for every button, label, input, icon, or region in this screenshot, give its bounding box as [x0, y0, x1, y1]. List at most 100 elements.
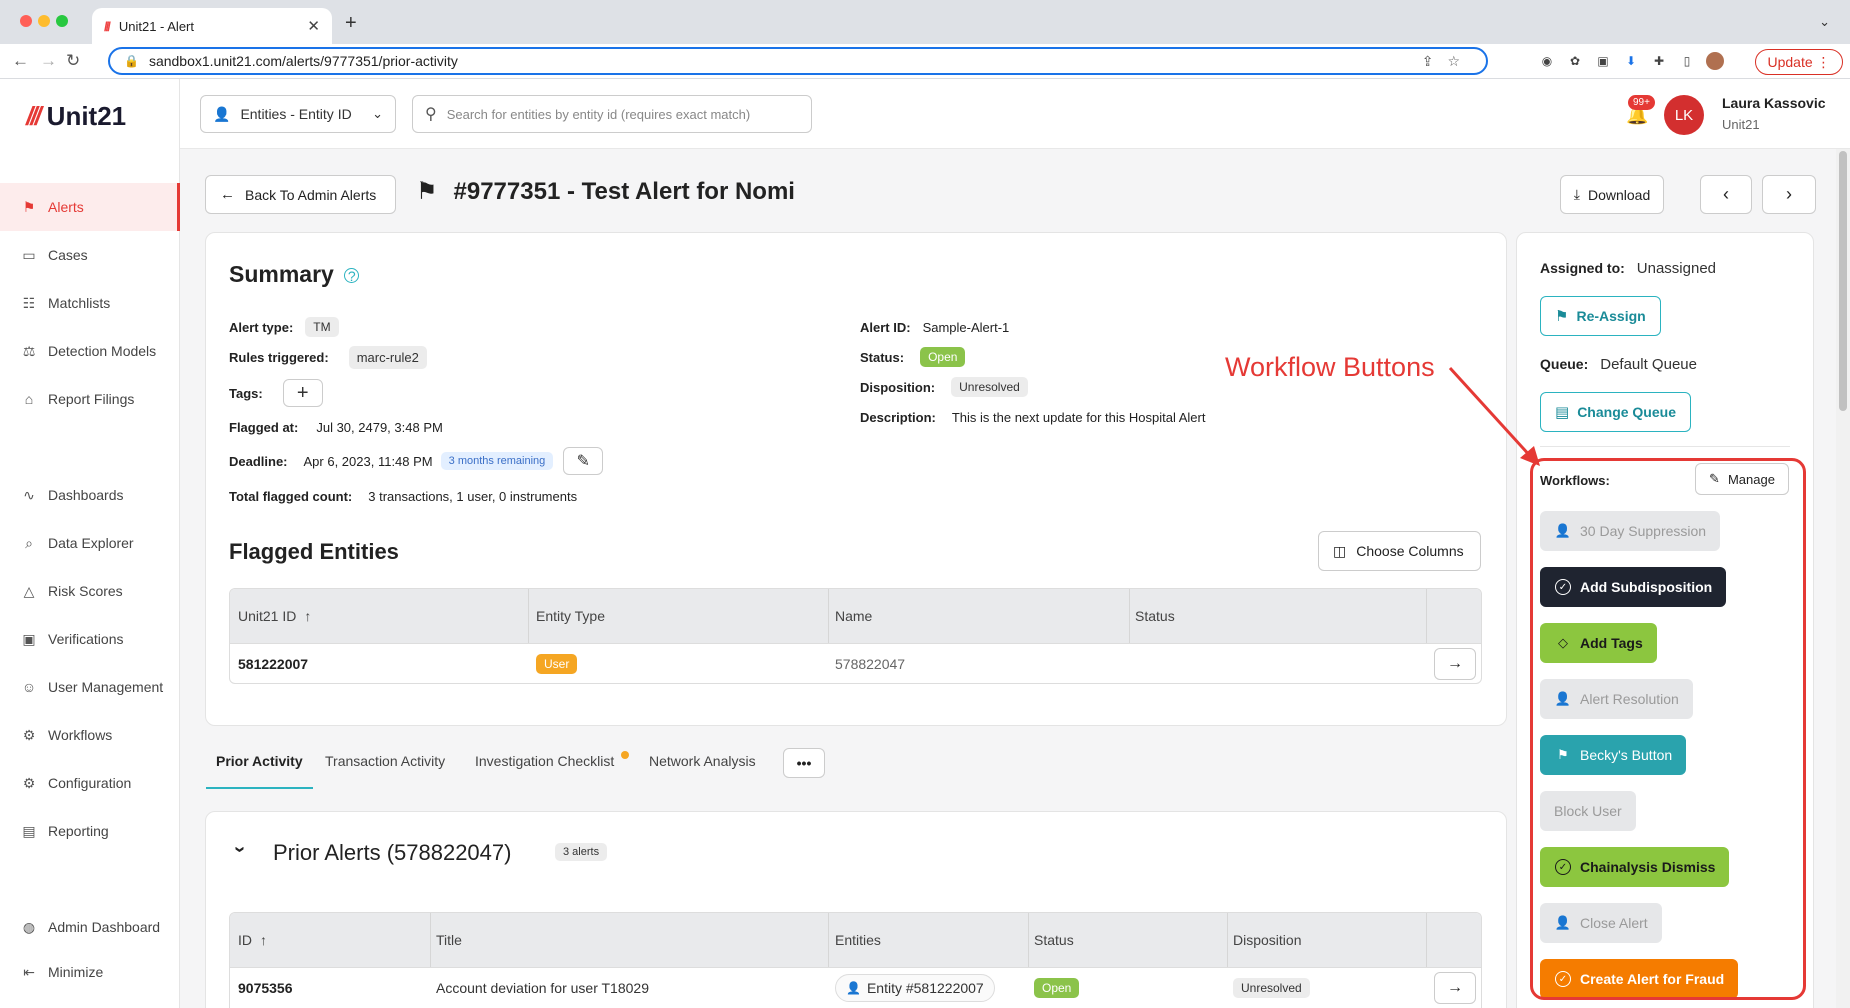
reassign-button[interactable]: ⚑ Re-Assign [1540, 296, 1661, 336]
sidebar-item-workflows[interactable]: ⚙ Workflows [0, 711, 180, 759]
zoom-window-dot[interactable] [56, 15, 68, 27]
tab-transaction-activity[interactable]: Transaction Activity [325, 753, 445, 769]
total-count-value: 3 transactions, 1 user, 0 instruments [368, 488, 578, 504]
puzzle-extensions-icon[interactable]: ✚ [1650, 52, 1668, 70]
sidebar-item-cases[interactable]: ▭ Cases [0, 231, 180, 279]
settings-extension-icon[interactable]: ✿ [1566, 52, 1584, 70]
prior-alert-status-cell: Open [1034, 967, 1080, 1008]
entity-select-value: Entities - Entity ID [240, 106, 352, 122]
sidebar-item-label: Admin Dashboard [48, 919, 161, 935]
col-divider [1129, 589, 1130, 643]
sidebar-item-label: Workflows [48, 727, 113, 743]
scrollbar-thumb[interactable] [1839, 151, 1847, 411]
col-header-disposition[interactable]: Disposition [1233, 913, 1301, 967]
password-extension-icon[interactable]: ◉ [1538, 52, 1556, 70]
unit21-logo-mark-icon: /// [26, 101, 42, 131]
col-header-status[interactable]: Status [1135, 589, 1175, 643]
edit-deadline-button[interactable]: ✎ [563, 447, 604, 475]
minimize-window-dot[interactable] [38, 15, 50, 27]
open-entity-button[interactable]: → [1434, 648, 1476, 680]
sidebar-item-detection-models[interactable]: ⚖ Detection Models [0, 327, 180, 375]
assigned-label: Assigned to: [1540, 260, 1625, 276]
sidebar-item-dashboards[interactable]: ∿ Dashboards [0, 471, 180, 519]
entity-search-input[interactable]: ⚲ Search for entities by entity id (requ… [412, 95, 812, 133]
back-to-admin-alerts-button[interactable]: ← Back To Admin Alerts [205, 175, 396, 214]
total-count-label: Total flagged count: [229, 488, 353, 504]
close-window-dot[interactable] [20, 15, 32, 27]
address-bar[interactable]: 🔒 sandbox1.unit21.com/alerts/9777351/pri… [108, 47, 1488, 75]
more-tabs-button[interactable]: ••• [783, 748, 825, 778]
download-button[interactable]: ⤓ Download [1560, 175, 1664, 214]
sidebar-item-report-filings[interactable]: ⌂ Report Filings [0, 375, 180, 423]
close-tab-icon[interactable]: ✕ [307, 17, 320, 35]
col-header-entities[interactable]: Entities [835, 913, 881, 967]
col-divider [1426, 589, 1427, 643]
queue-row: Queue: Default Queue [1540, 352, 1697, 376]
sort-up-arrow-icon: ↑ [260, 932, 267, 948]
search-placeholder: Search for entities by entity id (requir… [446, 106, 751, 122]
col-header-unit21-id[interactable]: Unit21 ID ↑ [238, 589, 311, 643]
col-header-name[interactable]: Name [835, 589, 872, 643]
col-divider [828, 913, 829, 967]
entity-type-select[interactable]: 👤 Entities - Entity ID ⌄ [200, 95, 396, 133]
user-list-icon: ☷ [22, 294, 36, 311]
download-extension-icon[interactable]: ⬇ [1622, 52, 1640, 70]
tab-menu-chevron-icon[interactable]: ⌄ [1819, 14, 1830, 30]
sidebar-item-alerts[interactable]: ⚑ Alerts [0, 183, 180, 231]
sidebar-item-verifications[interactable]: ▣ Verifications [0, 615, 180, 663]
open-prior-alert-button[interactable]: → [1434, 972, 1476, 1004]
chart-line-icon: ∿ [23, 486, 35, 503]
col-header-text: ID [238, 932, 252, 948]
profile-avatar-icon[interactable] [1706, 52, 1724, 70]
status-badge: Open [1034, 978, 1080, 998]
collapse-chevron-icon[interactable]: › [228, 846, 251, 853]
sidebar-item-risk-scores[interactable]: △ Risk Scores [0, 567, 180, 615]
help-icon[interactable]: ? [344, 268, 360, 284]
sidebar-item-label: Configuration [48, 775, 132, 791]
reload-icon[interactable]: ↻ [66, 51, 80, 71]
forward-arrow-icon[interactable]: → [40, 51, 57, 71]
reassign-label: Re-Assign [1576, 308, 1646, 324]
user-avatar[interactable]: LK [1664, 95, 1704, 135]
back-arrow-icon[interactable]: ← [12, 51, 29, 71]
sidebar-item-configuration[interactable]: ⚙ Configuration [0, 759, 180, 807]
tab-prior-activity[interactable]: Prior Activity [216, 753, 303, 769]
previous-alert-button[interactable]: ‹ [1700, 175, 1752, 214]
col-header-entity-type[interactable]: Entity Type [536, 589, 605, 643]
sidepanel-icon[interactable]: ▯ [1678, 52, 1696, 70]
sidebar-item-matchlists[interactable]: ☷ Matchlists [0, 279, 180, 327]
bank-icon: ⌂ [24, 391, 34, 407]
update-browser-button[interactable]: Update ⋮ [1755, 49, 1843, 75]
users-icon: ☺ [21, 679, 37, 695]
choose-columns-label: Choose Columns [1356, 543, 1464, 559]
description-value: This is the next update for this Hospita… [951, 409, 1206, 425]
disposition-badge: Unresolved [1233, 978, 1310, 998]
entity-chip[interactable]: 👤 Entity #581222007 [835, 974, 995, 1002]
col-header-id[interactable]: ID ↑ [238, 913, 267, 967]
col-header-status[interactable]: Status [1034, 913, 1074, 967]
prior-alert-id-cell: 9075356 [238, 980, 293, 996]
alert-type-row: Alert type: TM [229, 315, 339, 339]
browser-tab[interactable]: /// Unit21 - Alert ✕ [92, 8, 332, 44]
add-tag-button[interactable]: + [282, 379, 323, 407]
sidebar-item-data-explorer[interactable]: ⌕ Data Explorer [0, 519, 180, 567]
change-queue-button[interactable]: ▤ Change Queue [1540, 392, 1691, 432]
person-icon: 👤 [846, 981, 861, 995]
unit21-logo[interactable]: /// Unit21 [26, 101, 126, 132]
sidebar-item-user-management[interactable]: ☺ User Management [0, 663, 180, 711]
rule-chip[interactable]: marc-rule2 [348, 345, 427, 369]
camera-extension-icon[interactable]: ▣ [1594, 52, 1612, 70]
choose-columns-button[interactable]: ◫ Choose Columns [1318, 531, 1481, 571]
sidebar-item-reporting[interactable]: ▤ Reporting [0, 807, 180, 855]
sidebar-item-minimize[interactable]: ⇤ Minimize [0, 948, 180, 996]
col-header-title[interactable]: Title [436, 913, 462, 967]
tab-network-analysis[interactable]: Network Analysis [649, 753, 756, 769]
next-alert-button[interactable]: › [1762, 175, 1816, 214]
prior-alerts-count-badge: 3 alerts [555, 843, 608, 861]
sidebar-item-admin-dashboard[interactable]: ◍ Admin Dashboard [0, 903, 180, 951]
url-text: sandbox1.unit21.com/alerts/9777351/prior… [148, 53, 458, 69]
tab-investigation-checklist[interactable]: Investigation Checklist [475, 753, 614, 769]
new-tab-icon[interactable]: + [345, 12, 357, 35]
share-star-icons[interactable]: ⇪☆ [1422, 53, 1474, 70]
prior-alerts-table: ID ↑ Title Entities Status Disposition 9… [229, 912, 1482, 1008]
